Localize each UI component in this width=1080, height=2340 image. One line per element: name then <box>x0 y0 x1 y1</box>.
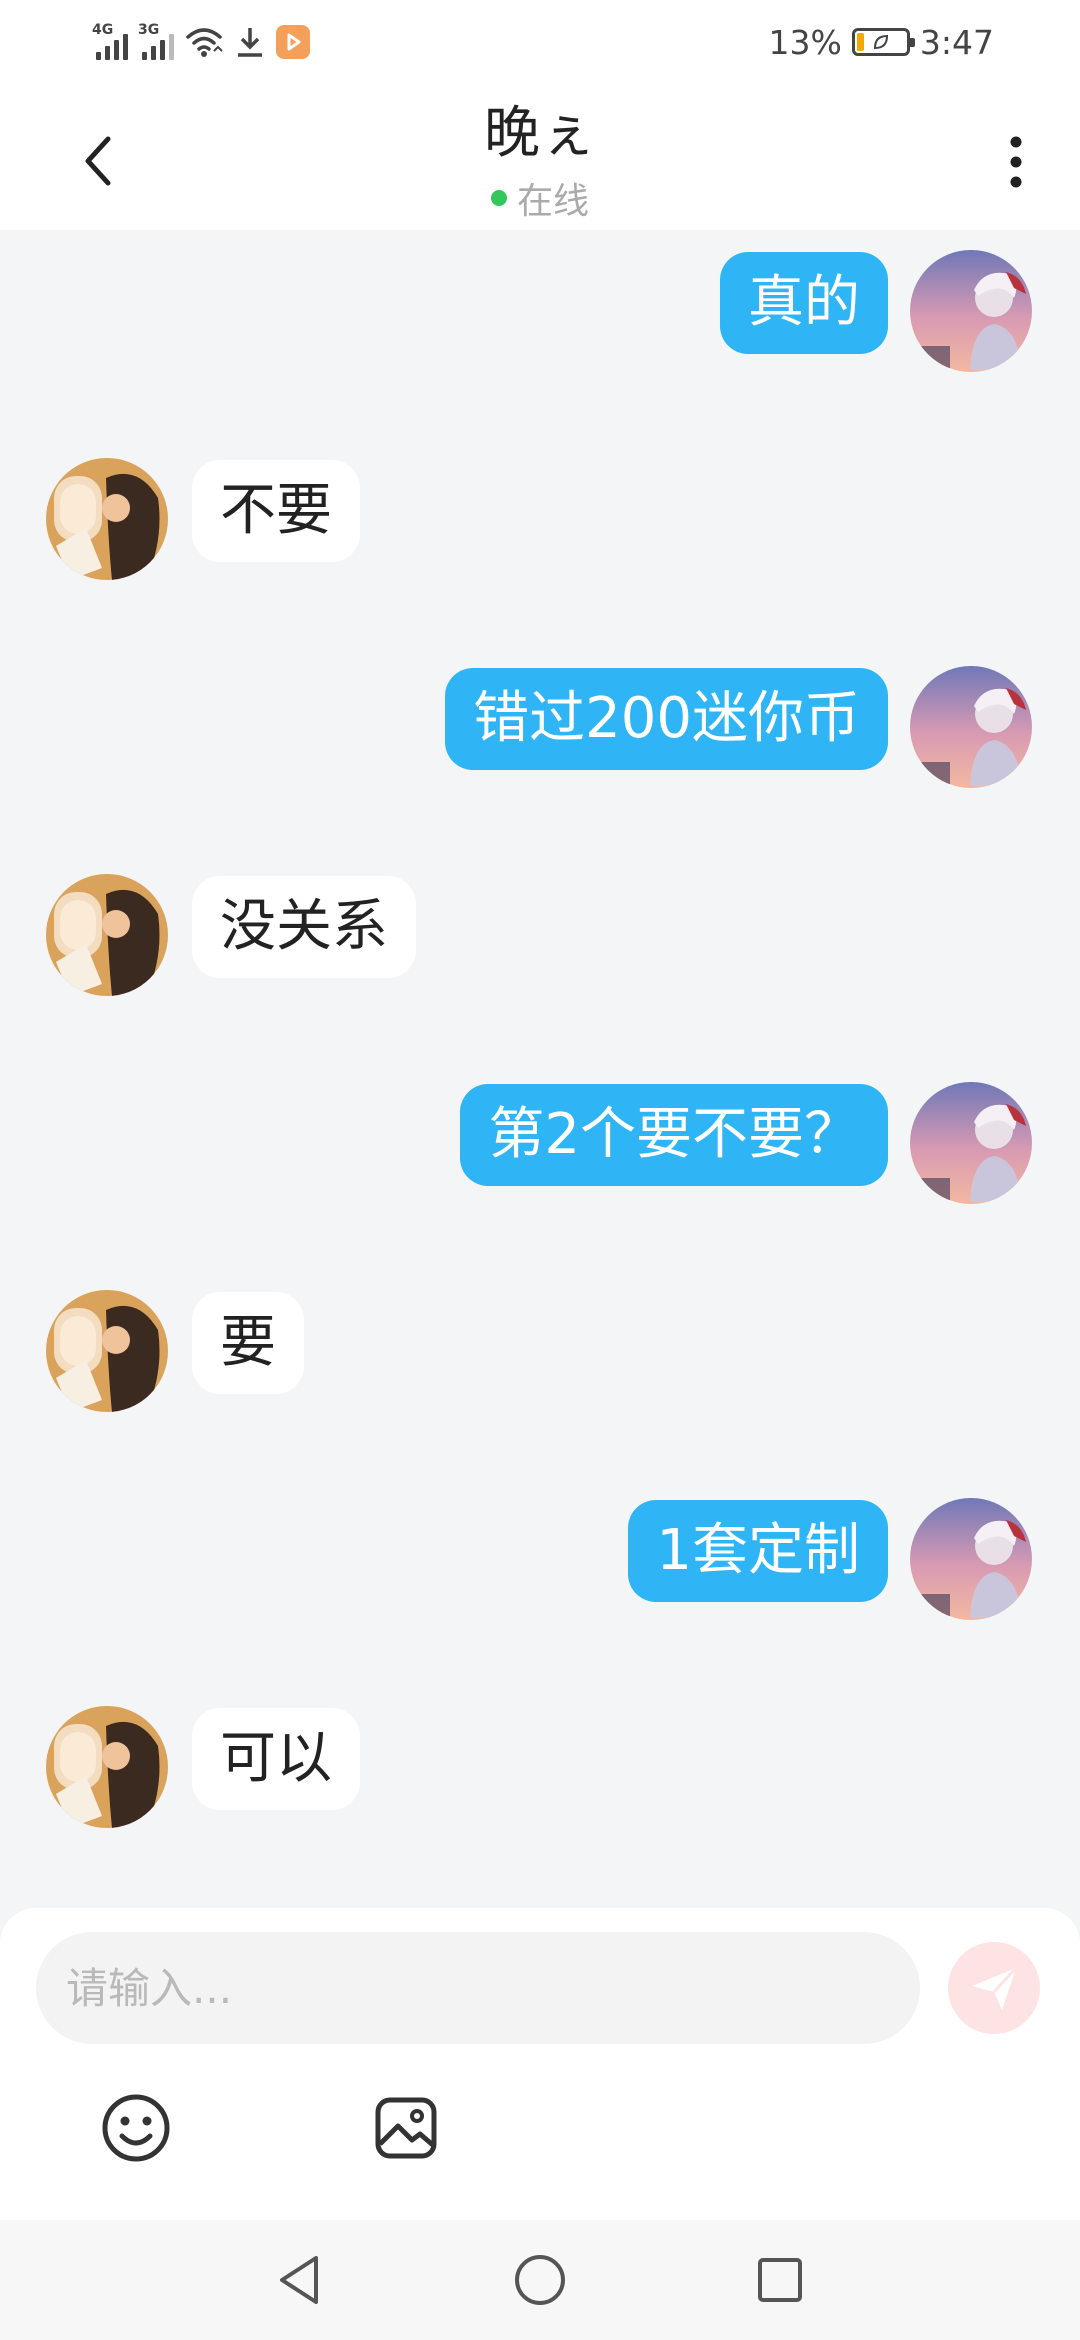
nav-home-button[interactable] <box>504 2244 576 2316</box>
app-notification-icon <box>276 25 310 59</box>
wifi-icon <box>186 28 223 57</box>
presence-label: 在线 <box>516 181 589 222</box>
status-icons-left: 4G 3G <box>92 22 310 60</box>
system-nav-bar <box>0 2220 1080 2340</box>
battery-percent: 13% <box>768 22 842 62</box>
signal-3g-icon: 3G <box>138 22 174 60</box>
image-icon <box>375 2097 437 2159</box>
nav-back-button[interactable] <box>264 2244 336 2316</box>
message-bubble[interactable]: 真的 <box>720 252 888 354</box>
outgoing-message[interactable]: 错过200迷你币 <box>0 644 1080 788</box>
incoming-message[interactable]: 要 <box>0 1268 1080 1412</box>
my-avatar[interactable] <box>910 666 1032 788</box>
message-bubble[interactable]: 要 <box>192 1292 304 1394</box>
contact-avatar[interactable] <box>46 1706 168 1828</box>
signal-4g-icon: 4G <box>92 22 128 60</box>
message-bubble[interactable]: 第2个要不要？ <box>460 1084 888 1186</box>
network-type-label: 3G <box>138 22 160 38</box>
contact-info: 晚ぇ 在线 <box>0 98 1080 224</box>
contact-avatar[interactable] <box>46 1290 168 1412</box>
nav-back-icon <box>280 2256 318 2304</box>
presence-status: 在线 <box>0 172 1080 224</box>
nav-recents-button[interactable] <box>744 2244 816 2316</box>
my-avatar[interactable] <box>910 1498 1032 1620</box>
image-button[interactable] <box>366 2088 446 2168</box>
message-bubble[interactable]: 1套定制 <box>628 1500 888 1602</box>
chat-header: 晚ぇ 在线 <box>0 84 1080 230</box>
message-bubble[interactable]: 不要 <box>192 460 360 562</box>
more-vertical-icon <box>1010 136 1022 188</box>
nav-home-icon <box>515 2255 565 2305</box>
emoji-icon <box>102 2094 170 2162</box>
message-bubble[interactable]: 可以 <box>192 1708 360 1810</box>
battery-icon <box>851 28 915 56</box>
clock: 3:47 <box>919 22 994 62</box>
message-bubble[interactable]: 没关系 <box>192 876 416 978</box>
nav-recents-icon <box>758 2258 802 2302</box>
my-avatar[interactable] <box>910 250 1032 372</box>
contact-name: 晚ぇ <box>484 101 596 166</box>
contact-avatar[interactable] <box>46 458 168 580</box>
contact-avatar[interactable] <box>46 874 168 996</box>
status-icons-right: 13% 3:47 <box>769 23 994 62</box>
outgoing-message[interactable]: 第2个要不要？ <box>0 1060 1080 1204</box>
outgoing-message[interactable]: 真的 <box>0 230 1080 372</box>
download-icon <box>238 28 262 57</box>
incoming-message[interactable]: 可以 <box>0 1684 1080 1828</box>
online-dot-icon <box>490 190 507 206</box>
message-list[interactable]: 真的不要错过200迷你币没关系第2个要不要？要1套定制可以第3个要不要？要一共有… <box>0 230 1080 1910</box>
send-button[interactable] <box>948 1942 1040 2034</box>
incoming-message[interactable]: 不要 <box>0 436 1080 580</box>
incoming-message[interactable]: 没关系 <box>0 852 1080 996</box>
message-bubble[interactable]: 错过200迷你币 <box>445 668 888 770</box>
network-type-label: 4G <box>92 22 114 38</box>
emoji-button[interactable] <box>96 2088 176 2168</box>
more-options-button[interactable] <box>988 124 1044 200</box>
send-icon <box>972 1966 1018 2010</box>
message-input[interactable] <box>36 1932 920 2044</box>
outgoing-message[interactable]: 1套定制 <box>0 1476 1080 1620</box>
status-bar: 4G 3G 13% 3:47 <box>0 0 1080 84</box>
composer-panel <box>0 1908 1080 2220</box>
my-avatar[interactable] <box>910 1082 1032 1204</box>
